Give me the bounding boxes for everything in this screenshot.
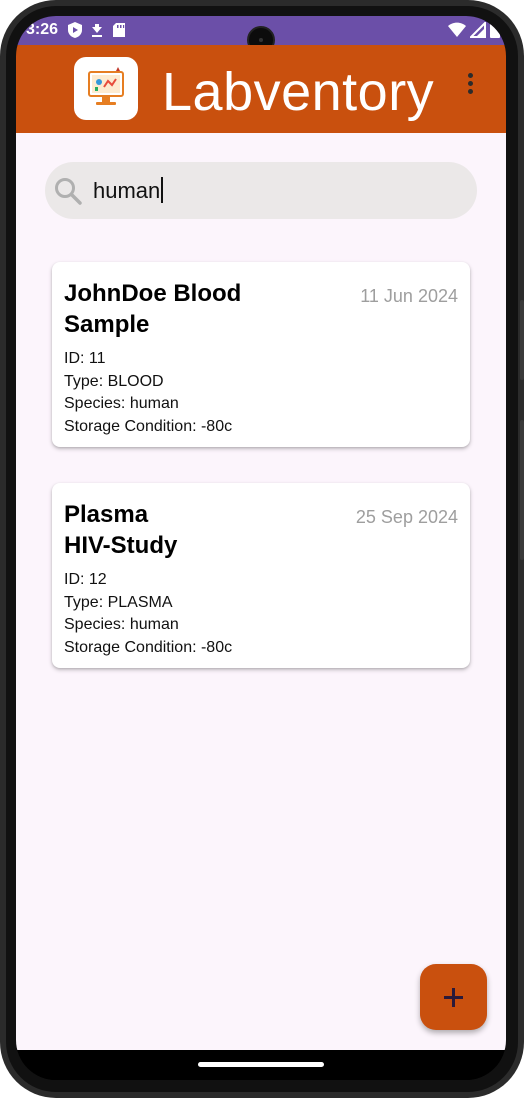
search-input[interactable]: human — [93, 177, 164, 204]
shield-icon — [68, 22, 82, 38]
plus-icon-stroke — [452, 988, 455, 1007]
search-icon — [55, 178, 82, 205]
status-bar: 3:26 — [16, 16, 506, 54]
more-vert-icon[interactable] — [462, 73, 478, 97]
sample-species: Species: human — [64, 616, 179, 633]
sample-details: ID: 12 Type: PLASMA Species: human Stora… — [64, 569, 232, 659]
home-gesture-handle[interactable] — [198, 1062, 324, 1067]
power-button — [520, 300, 524, 380]
sample-title-line: Sample — [64, 311, 150, 338]
add-sample-button[interactable] — [420, 964, 487, 1030]
app-bar: Labventory — [16, 45, 506, 133]
sample-details: ID: 11 Type: BLOOD Species: human Storag… — [64, 348, 232, 438]
device-frame: 3:26 Labventory human JohnDoe Blood Samp… — [0, 0, 524, 1098]
sample-list-screen: human JohnDoe Blood Sample 11 Jun 2024 I… — [16, 133, 506, 1050]
battery-icon — [490, 22, 500, 38]
sample-id: ID: 12 — [64, 571, 107, 588]
sample-type: Type: PLASMA — [64, 593, 173, 611]
sample-species: Species: human — [64, 395, 179, 412]
sample-storage: Storage Condition: -80c — [64, 638, 233, 656]
sample-card[interactable]: Plasma HIV-Study 25 Sep 2024 ID: 12 Type… — [52, 483, 470, 668]
text-caret — [161, 177, 164, 203]
sample-date: 25 Sep 2024 — [355, 507, 458, 527]
status-time: 3:26 — [26, 21, 59, 38]
navigation-bar — [16, 1050, 506, 1080]
download-icon — [92, 24, 102, 37]
lab-computer-icon — [74, 57, 138, 120]
sample-title: JohnDoe Blood Sample — [64, 278, 304, 340]
sample-title-line: HIV-Study — [64, 532, 178, 559]
sample-title: Plasma HIV-Study — [64, 499, 304, 561]
screen: 3:26 Labventory human JohnDoe Blood Samp… — [16, 16, 506, 1080]
search-bar[interactable]: human — [45, 162, 477, 219]
sample-id: ID: 11 — [64, 350, 106, 367]
volume-button — [520, 420, 524, 560]
sample-title-line: Plasma — [64, 501, 149, 528]
app-title: Labventory — [162, 62, 435, 122]
notification-icons — [68, 22, 126, 38]
sample-date: 11 Jun 2024 — [360, 286, 458, 306]
search-input-value: human — [93, 178, 161, 203]
sample-storage: Storage Condition: -80c — [64, 417, 233, 435]
wifi-icon — [448, 22, 466, 37]
system-icons — [448, 22, 500, 38]
sample-card[interactable]: JohnDoe Blood Sample 11 Jun 2024 ID: 11 … — [52, 262, 470, 447]
sd-card-icon — [113, 23, 125, 37]
sample-title-line: JohnDoe Blood — [64, 280, 242, 307]
sample-type: Type: BLOOD — [64, 372, 164, 390]
signal-icon — [470, 22, 486, 38]
